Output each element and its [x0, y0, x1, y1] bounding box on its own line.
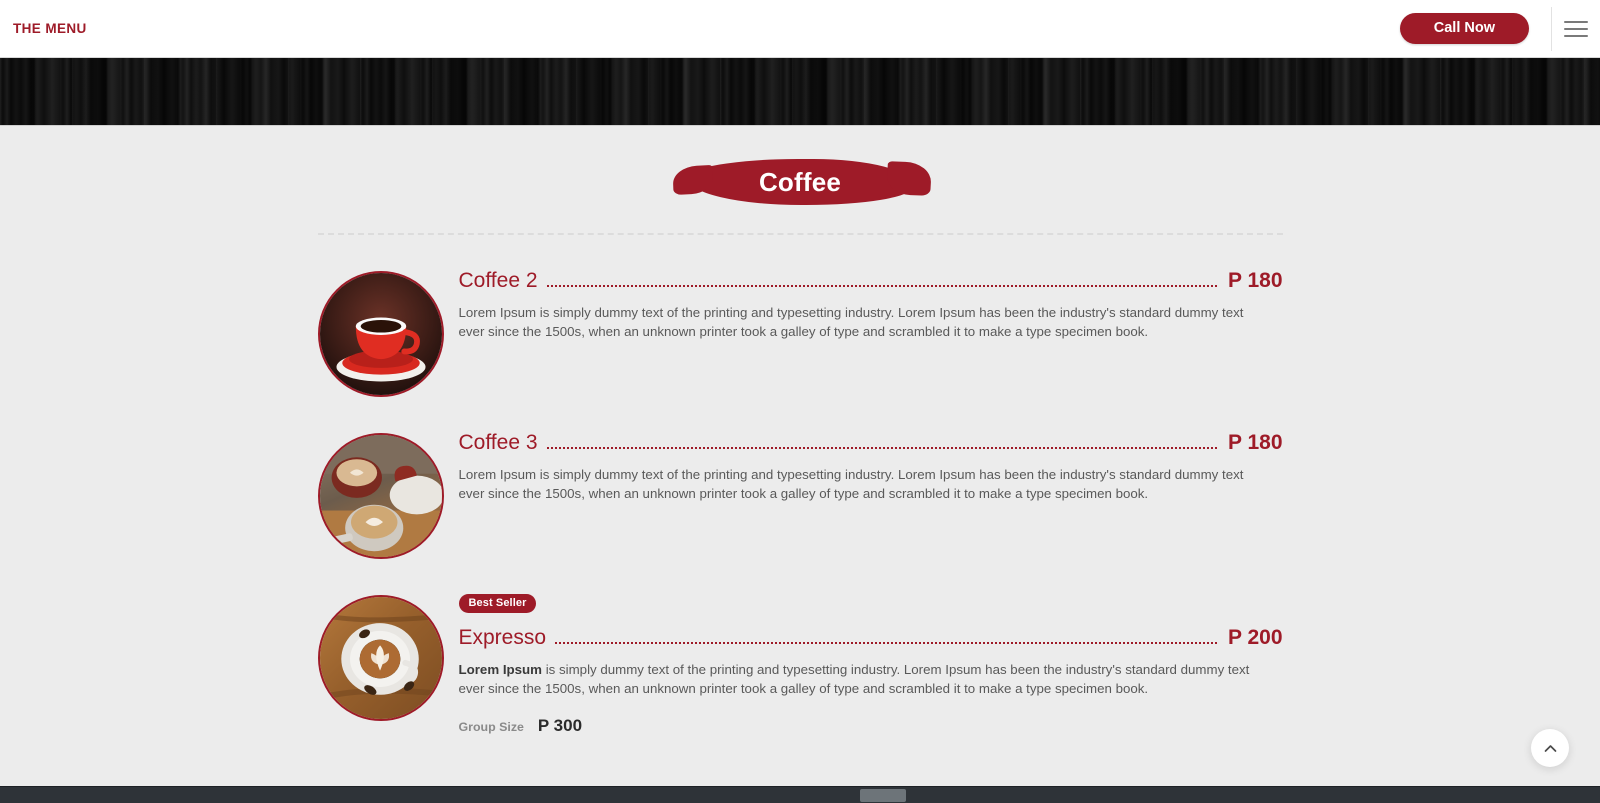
menu-item-body: Best Seller Expresso P 200 Lorem Ipsum i…	[458, 591, 1283, 736]
latte-art-wood-table-image	[317, 595, 444, 721]
section-title-brush: Coffee	[686, 159, 914, 205]
hamburger-icon[interactable]	[1552, 0, 1600, 58]
menu-item-price: P 180	[1228, 431, 1283, 454]
menu-item-price: P 180	[1228, 269, 1283, 292]
option-label: Group Size	[458, 719, 524, 734]
menu-item-title: Coffee 2	[458, 269, 538, 292]
horizontal-scrollbar[interactable]	[0, 786, 1600, 803]
menu-item-title: Coffee 3	[458, 431, 538, 454]
menu-item-description: Lorem Ipsum is simply dummy text of the …	[458, 466, 1244, 502]
menu-item-title-row: Coffee 3 P 180	[459, 431, 1283, 456]
cappuccino-cups-table-image	[317, 433, 444, 559]
hamburger-line	[1564, 20, 1588, 23]
menu-item[interactable]: Best Seller Expresso P 200 Lorem Ipsum i…	[317, 591, 1283, 736]
call-now-button[interactable]: Call Now	[1399, 13, 1529, 44]
menu-item-option-row: Group Size P 300	[459, 716, 1283, 736]
dotted-leader	[546, 446, 1217, 449]
menu-item[interactable]: Coffee 2 P 180 Lorem Ipsum is simply dum…	[317, 267, 1283, 397]
menu-item-description-rest: is simply dummy text of the printing and…	[458, 661, 1250, 697]
hamburger-line	[1564, 34, 1588, 37]
hero-wood-banner	[0, 58, 1600, 126]
menu-item[interactable]: Coffee 3 P 180 Lorem Ipsum is simply dum…	[317, 429, 1283, 559]
menu-page: Coffee Coffee 2 P 180 Lorem Ipsum is sim…	[0, 126, 1600, 786]
scrollbar-thumb[interactable]	[860, 789, 906, 802]
menu-item-thumb-wrap	[317, 591, 444, 721]
section-title: Coffee	[758, 166, 842, 197]
menu-item-description: Lorem Ipsum is simply dummy text of the …	[459, 660, 1269, 699]
header-actions: Call Now	[1399, 0, 1600, 58]
menu-item-thumb-wrap	[317, 267, 444, 397]
menu-item-thumb-wrap	[317, 429, 444, 559]
chevron-up-icon	[1544, 744, 1556, 752]
status-badge: Best Seller	[458, 594, 537, 613]
dotted-leader	[555, 641, 1217, 644]
menu-item-body: Coffee 3 P 180 Lorem Ipsum is simply dum…	[459, 429, 1283, 504]
scroll-to-top-button[interactable]	[1531, 729, 1569, 767]
dotted-leader	[546, 284, 1217, 287]
menu-item-title-row: Expresso P 200	[459, 626, 1283, 651]
menu-item-title: Expresso	[458, 626, 547, 649]
section-header: Coffee	[0, 126, 1600, 205]
option-price: P 300	[537, 715, 583, 735]
menu-item-price: P 200	[1228, 626, 1283, 649]
hamburger-line	[1564, 27, 1588, 30]
coffee-cup-red-saucer-image	[317, 271, 444, 397]
brand-logo[interactable]: THE MENU	[13, 21, 87, 36]
menu-item-description-lead: Lorem Ipsum	[458, 661, 543, 677]
menu-item-title-row: Coffee 2 P 180	[459, 269, 1283, 294]
menu-item-list: Coffee 2 P 180 Lorem Ipsum is simply dum…	[317, 235, 1283, 736]
site-header: THE MENU Call Now	[0, 0, 1600, 58]
menu-item-body: Coffee 2 P 180 Lorem Ipsum is simply dum…	[459, 267, 1283, 342]
menu-item-description: Lorem Ipsum is simply dummy text of the …	[458, 304, 1244, 340]
